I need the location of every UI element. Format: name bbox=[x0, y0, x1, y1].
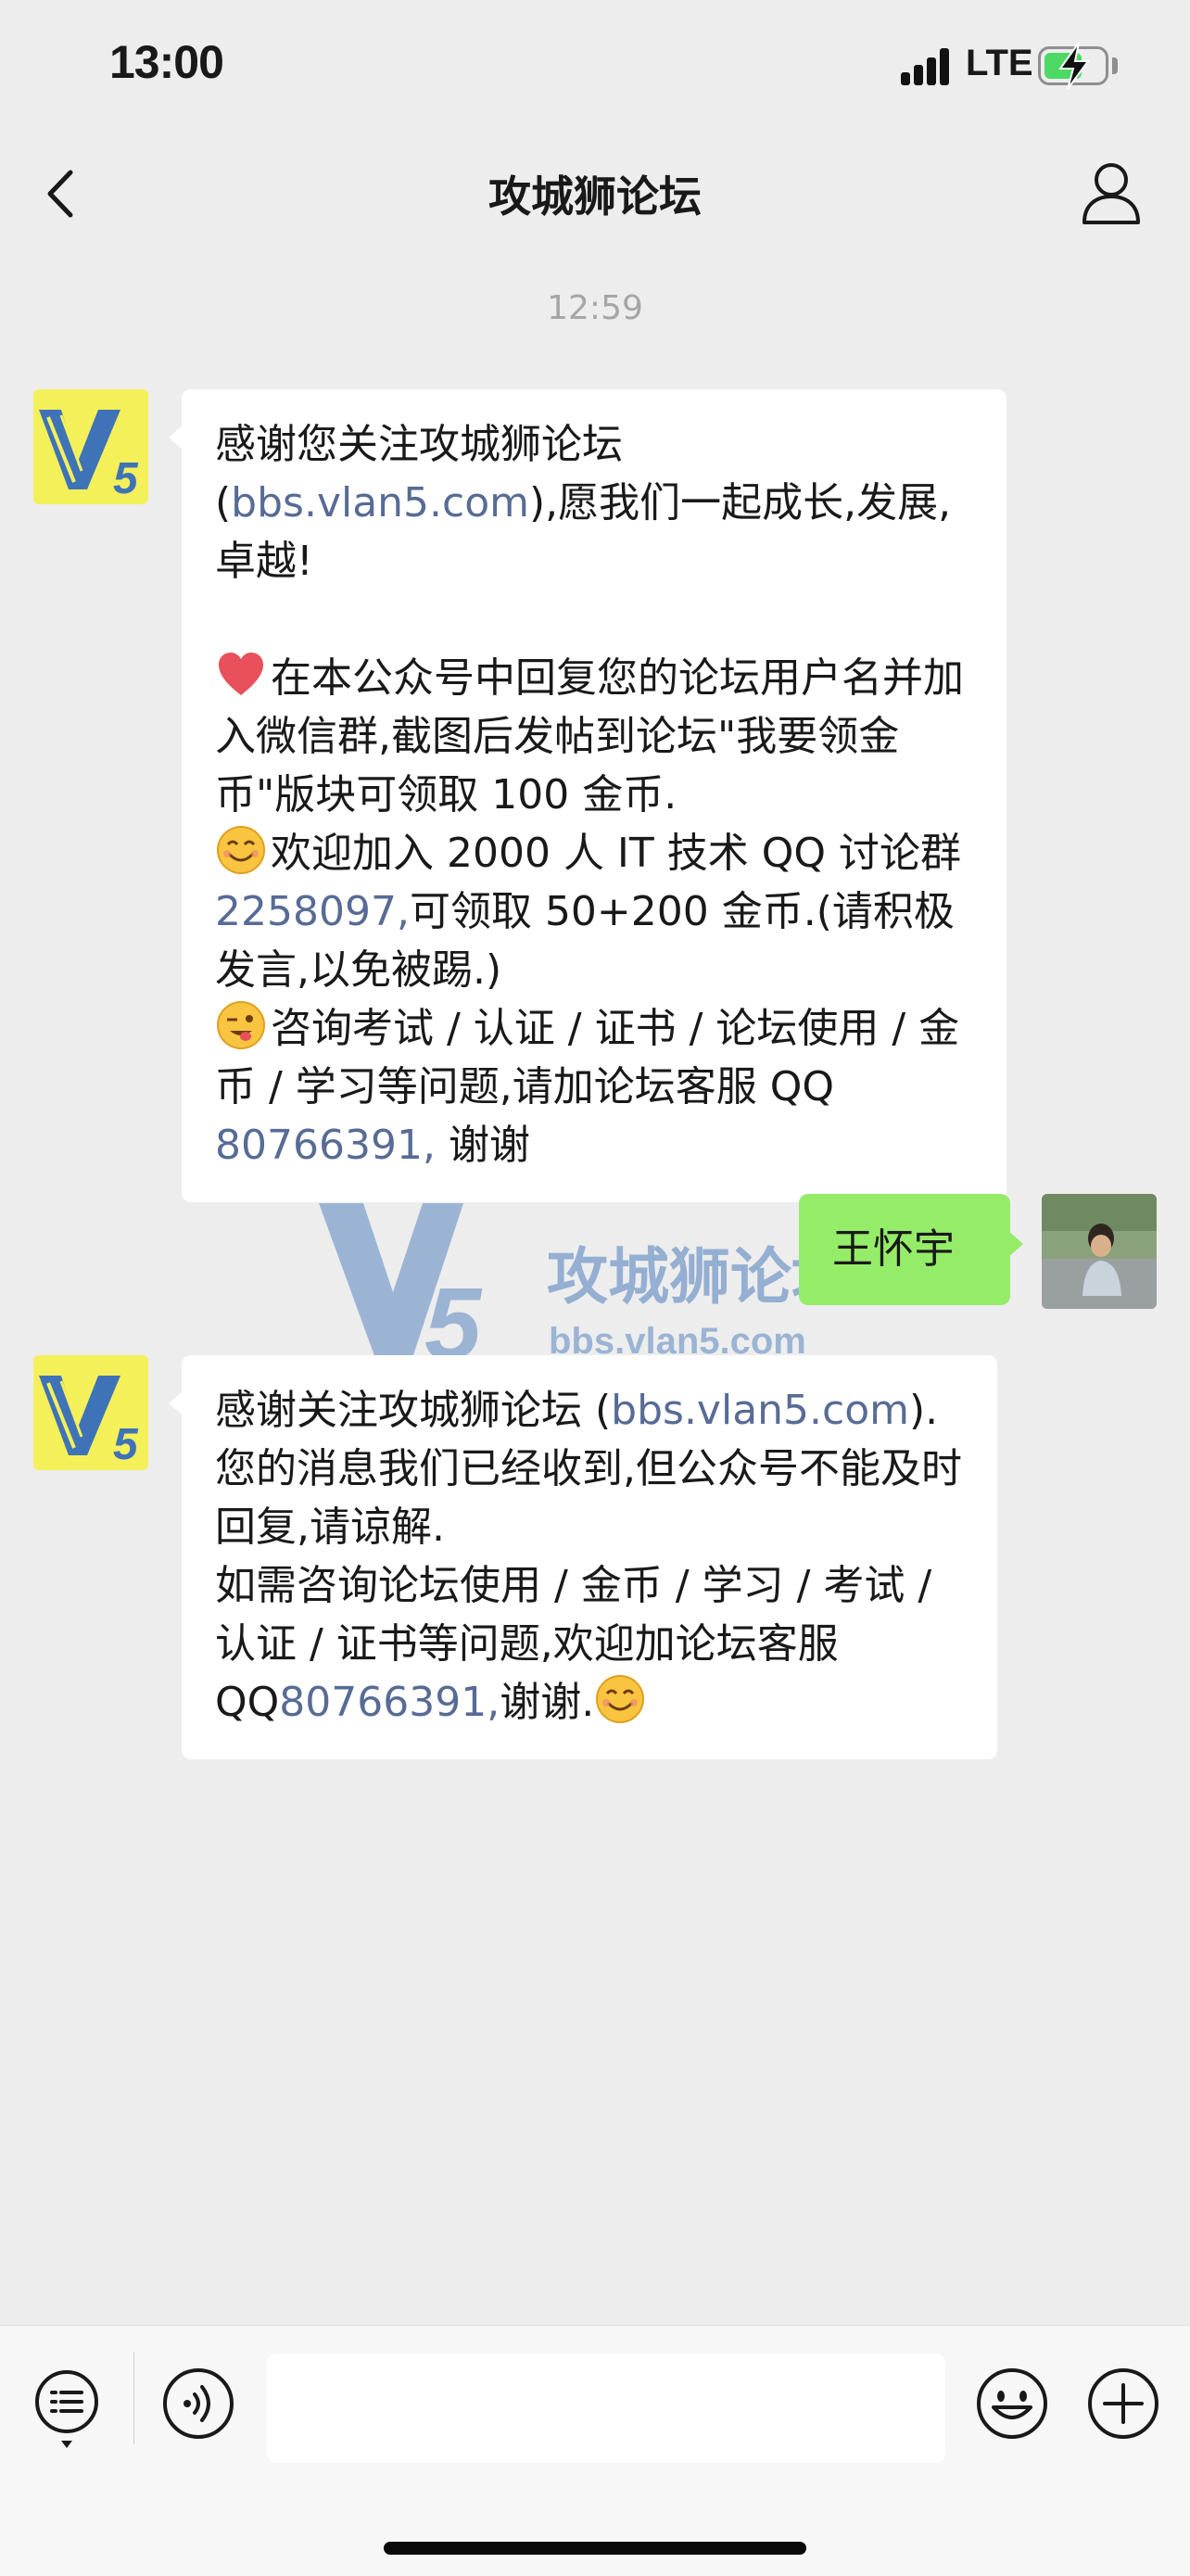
battery-tip bbox=[1112, 57, 1118, 74]
emoji-icon[interactable] bbox=[975, 2367, 1049, 2441]
page-title: 攻城狮论坛 bbox=[488, 171, 702, 222]
user-photo-icon bbox=[1042, 1194, 1157, 1309]
wink-emoji-icon bbox=[217, 1001, 265, 1049]
svg-text:5: 5 bbox=[113, 454, 139, 503]
forum-link[interactable]: bbs.vlan5.co bbox=[611, 1387, 869, 1434]
person-icon[interactable] bbox=[1079, 158, 1144, 228]
message-timestamp: 12:59 bbox=[547, 289, 643, 327]
message-line: 感谢关注攻城狮论坛 (bbs.vlan5.com). bbox=[215, 1387, 939, 1434]
plus-icon[interactable] bbox=[1086, 2367, 1160, 2441]
user-avatar[interactable] bbox=[1042, 1194, 1157, 1309]
message-line: 您的消息我们已经收到,但公众号不能及时回复,请谅解. bbox=[215, 1445, 962, 1551]
message-bubble-incoming[interactable]: 感谢关注攻城狮论坛 (bbs.vlan5.com). 您的消息我们已经收到,但公… bbox=[169, 1355, 997, 1759]
avatar[interactable]: 5 bbox=[33, 1355, 148, 1470]
status-time: 13:00 bbox=[109, 36, 224, 88]
v5-logo-icon: 5 bbox=[39, 1376, 139, 1469]
forum-link[interactable]: bbs.vlan5.c bbox=[231, 479, 464, 527]
v5-logo-icon: 5 bbox=[39, 410, 139, 503]
home-indicator[interactable] bbox=[384, 2542, 806, 2555]
avatar[interactable]: 5 bbox=[33, 389, 148, 504]
input-bar bbox=[0, 2325, 1190, 2576]
message-paragraph: 咨询考试 / 认证 / 证书 / 论坛使用 / 金币 / 学习等问题,请加论坛客… bbox=[215, 999, 975, 1174]
forum-link-cont[interactable]: om bbox=[464, 479, 529, 527]
smile-emoji-icon bbox=[596, 1675, 645, 1723]
status-bar: 13:00 LTE bbox=[0, 0, 1190, 139]
charging-bolt-icon bbox=[1058, 42, 1090, 90]
message-intro: 感谢您关注攻城狮论坛 (bbs.vlan5.com),愿我们一起成长,发展,卓越… bbox=[215, 421, 952, 585]
voice-icon[interactable] bbox=[161, 2367, 235, 2441]
message-line: 如需咨询论坛使用 / 金币 / 学习 / 考试 / 认证 / 证书等问题,欢迎加… bbox=[215, 1562, 932, 1726]
svg-text:5: 5 bbox=[113, 1420, 139, 1469]
signal-icon bbox=[901, 48, 951, 85]
message-input[interactable] bbox=[267, 2354, 945, 2463]
message-paragraph: 欢迎加入 2000 人 IT 技术 QQ 讨论群2258097,可领取 50+2… bbox=[215, 824, 975, 999]
qq-service-link[interactable]: 80766391, bbox=[279, 1679, 500, 1726]
list-menu-icon[interactable] bbox=[32, 2367, 102, 2450]
message-paragraph: 在本公众号中回复您的论坛用户名并加入微信群,截图后发帖到论坛"我要领金币"版块可… bbox=[215, 649, 975, 824]
message-text: 王怀宇 bbox=[832, 1225, 955, 1273]
qq-service-link[interactable]: 80766391, bbox=[215, 1122, 436, 1169]
forum-link-cont[interactable]: m bbox=[869, 1387, 909, 1434]
message-bubble-incoming[interactable]: 感谢您关注攻城狮论坛 (bbs.vlan5.com),愿我们一起成长,发展,卓越… bbox=[169, 389, 1006, 1202]
qq-group-link[interactable]: 2258097, bbox=[215, 888, 410, 935]
nav-bar: 攻城狮论坛 bbox=[0, 139, 1190, 250]
smile-emoji-icon bbox=[217, 826, 265, 874]
heart-emoji-icon bbox=[219, 653, 263, 695]
divider bbox=[133, 2352, 134, 2444]
network-label: LTE bbox=[966, 43, 1033, 83]
message-bubble-outgoing[interactable]: 王怀宇 bbox=[799, 1194, 1023, 1305]
